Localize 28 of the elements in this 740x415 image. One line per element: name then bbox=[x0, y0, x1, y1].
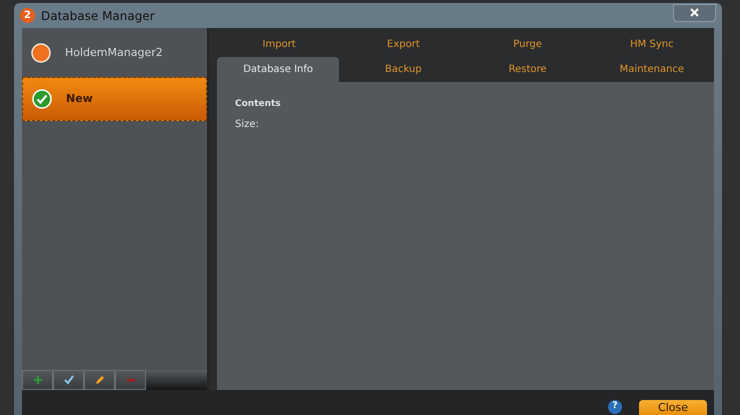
section-heading: Contents bbox=[235, 98, 282, 111]
tab[interactable]: Database Info bbox=[217, 57, 340, 82]
close-button[interactable] bbox=[673, 4, 716, 22]
item-label: New bbox=[66, 90, 93, 107]
tab[interactable]: HM Sync bbox=[590, 32, 714, 57]
plus-icon bbox=[32, 374, 44, 386]
add-button[interactable] bbox=[22, 370, 53, 390]
sidebar-item[interactable]: New bbox=[22, 77, 207, 121]
check-button[interactable] bbox=[53, 370, 84, 390]
tab[interactable]: Purge bbox=[466, 32, 590, 57]
pencil-icon bbox=[94, 374, 106, 386]
window-title: Database Manager bbox=[41, 8, 155, 24]
check-circle-icon bbox=[32, 89, 52, 109]
close-button[interactable]: Close bbox=[639, 400, 707, 415]
check-icon bbox=[62, 374, 74, 386]
field-label: Size: bbox=[235, 118, 260, 132]
tab[interactable]: Maintenance bbox=[590, 57, 714, 82]
tab[interactable]: Restore bbox=[466, 57, 590, 82]
app-logo: 2 bbox=[20, 8, 35, 23]
tab[interactable]: Backup bbox=[341, 57, 466, 82]
close-icon bbox=[690, 8, 699, 17]
tab[interactable]: Import bbox=[217, 32, 342, 57]
item-label: HoldemManager2 bbox=[65, 44, 163, 61]
sidebar-item[interactable]: HoldemManager2 bbox=[22, 31, 207, 75]
tab[interactable]: Export bbox=[341, 32, 466, 57]
circle-icon bbox=[31, 43, 51, 63]
help-button[interactable]: ? bbox=[608, 400, 622, 414]
edit-button[interactable] bbox=[84, 370, 115, 390]
